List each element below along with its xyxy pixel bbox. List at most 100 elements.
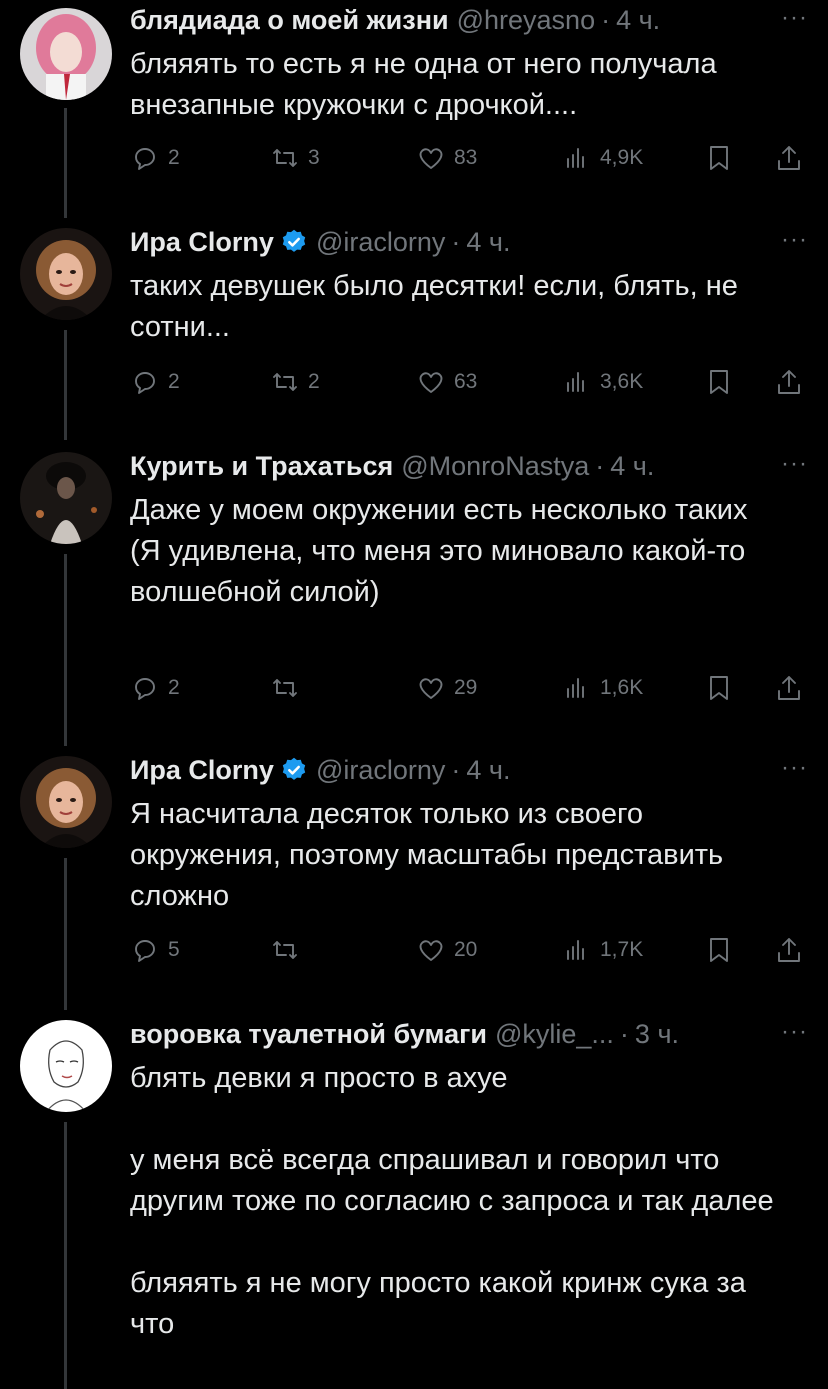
share-icon bbox=[778, 370, 800, 394]
author-handle[interactable]: @MonroNastya bbox=[401, 451, 589, 482]
timestamp[interactable]: 4 ч. bbox=[466, 755, 510, 786]
retweet-button[interactable] bbox=[270, 668, 308, 708]
author-name[interactable]: блядиада о моей жизни bbox=[130, 5, 449, 36]
views-count: 1,6K bbox=[600, 676, 644, 699]
author-handle[interactable]: @kylie_... bbox=[495, 1019, 614, 1050]
author-handle[interactable]: @iraclorny bbox=[316, 227, 445, 258]
author-handle[interactable]: @hreyasno bbox=[457, 5, 595, 36]
bookmark-button[interactable] bbox=[704, 668, 734, 708]
action-bar: 2 29 1,6K bbox=[130, 668, 810, 708]
tweet-header: Курить и Трахаться @MonroNastya · 4 ч. ·… bbox=[130, 446, 808, 486]
views-chart-icon bbox=[567, 372, 584, 392]
bookmark-icon bbox=[710, 146, 728, 170]
share-button[interactable] bbox=[774, 362, 804, 402]
share-icon bbox=[778, 938, 800, 962]
share-button[interactable] bbox=[774, 930, 804, 970]
retweet-count: 3 bbox=[308, 146, 320, 169]
reply-icon bbox=[135, 372, 155, 394]
avatar-illustrated-woman-icon bbox=[20, 756, 112, 848]
action-bar: 2 2 63 3,6K bbox=[130, 362, 810, 402]
bookmark-button[interactable] bbox=[704, 362, 734, 402]
author-name[interactable]: Ира Clorny bbox=[130, 227, 274, 258]
author-name[interactable]: воровка туалетной бумаги bbox=[130, 1019, 487, 1050]
thread-line bbox=[64, 330, 67, 440]
views-button[interactable]: 1,6K bbox=[562, 668, 643, 708]
retweet-icon bbox=[273, 679, 297, 697]
like-count: 20 bbox=[454, 938, 478, 961]
reply-button[interactable]: 5 bbox=[130, 930, 180, 970]
reply-count: 5 bbox=[168, 938, 180, 961]
avatar[interactable] bbox=[20, 452, 112, 544]
action-bar: 5 20 1,7K bbox=[130, 930, 810, 970]
more-options-button[interactable]: ··· bbox=[781, 226, 808, 254]
reply-button[interactable]: 2 bbox=[130, 668, 180, 708]
thread-line bbox=[64, 858, 67, 1010]
avatar-line-drawing-icon bbox=[20, 1020, 112, 1112]
share-button[interactable] bbox=[774, 138, 804, 178]
separator: · bbox=[601, 4, 611, 35]
reply-button[interactable]: 2 bbox=[130, 138, 180, 178]
heart-icon bbox=[419, 148, 443, 169]
verified-badge-icon bbox=[282, 757, 306, 780]
heart-icon bbox=[419, 940, 443, 961]
author-handle[interactable]: @iraclorny bbox=[316, 755, 445, 786]
retweet-icon bbox=[273, 373, 297, 391]
tweet-text: бляяять то есть я не одна от него получа… bbox=[130, 48, 725, 121]
tweet-header: Ира Clorny @iraclorny · 4 ч. ··· bbox=[130, 222, 808, 262]
bookmark-button[interactable] bbox=[704, 138, 734, 178]
bookmark-icon bbox=[710, 676, 728, 700]
verified-badge-icon bbox=[282, 229, 306, 252]
like-button[interactable]: 20 bbox=[416, 930, 477, 970]
separator: · bbox=[595, 450, 605, 481]
more-options-button[interactable]: ··· bbox=[781, 450, 808, 478]
heart-icon bbox=[419, 372, 443, 393]
reply-icon bbox=[135, 940, 155, 962]
views-count: 4,9K bbox=[600, 146, 644, 169]
tweet-text: блять девки я просто в ахуе у меня всё в… bbox=[130, 1062, 774, 1340]
share-button[interactable] bbox=[774, 668, 804, 708]
avatar-dark-photo-icon bbox=[20, 452, 112, 544]
retweet-button[interactable]: 3 bbox=[270, 138, 320, 178]
like-button[interactable]: 63 bbox=[416, 362, 477, 402]
tweet-header: Ира Clorny @iraclorny · 4 ч. ··· bbox=[130, 750, 808, 790]
views-button[interactable]: 3,6K bbox=[562, 362, 643, 402]
timestamp[interactable]: 4 ч. bbox=[466, 227, 510, 258]
like-count: 83 bbox=[454, 146, 478, 169]
reply-button[interactable]: 2 bbox=[130, 362, 180, 402]
separator: · bbox=[619, 1018, 629, 1049]
author-name[interactable]: Курить и Трахаться bbox=[130, 451, 393, 482]
views-button[interactable]: 1,7K bbox=[562, 930, 643, 970]
views-button[interactable]: 4,9K bbox=[562, 138, 643, 178]
more-options-button[interactable]: ··· bbox=[781, 1018, 808, 1046]
reply-icon bbox=[135, 148, 155, 170]
views-chart-icon bbox=[567, 678, 584, 698]
thread-line bbox=[64, 1122, 67, 1389]
timestamp[interactable]: 4 ч. bbox=[610, 451, 654, 482]
more-options-button[interactable]: ··· bbox=[781, 4, 808, 32]
tweet-header: блядиада о моей жизни @hreyasno · 4 ч. ·… bbox=[130, 0, 808, 40]
avatar[interactable] bbox=[20, 756, 112, 848]
bookmark-button[interactable] bbox=[704, 930, 734, 970]
timestamp[interactable]: 3 ч. bbox=[635, 1019, 679, 1050]
retweet-button[interactable]: 2 bbox=[270, 362, 320, 402]
retweet-button[interactable] bbox=[270, 930, 308, 970]
like-button[interactable]: 83 bbox=[416, 138, 477, 178]
views-count: 1,7K bbox=[600, 938, 644, 961]
avatar[interactable] bbox=[20, 8, 112, 100]
thread-line bbox=[64, 554, 67, 746]
author-name[interactable]: Ира Clorny bbox=[130, 755, 274, 786]
timestamp[interactable]: 4 ч. bbox=[616, 5, 660, 36]
avatar[interactable] bbox=[20, 1020, 112, 1112]
heart-icon bbox=[419, 678, 443, 699]
views-count: 3,6K bbox=[600, 370, 644, 393]
avatar-illustrated-woman-icon bbox=[20, 228, 112, 320]
separator: · bbox=[451, 226, 461, 257]
reply-icon bbox=[135, 678, 155, 700]
avatar-pink-hair-icon bbox=[20, 8, 112, 100]
share-icon bbox=[778, 146, 800, 170]
more-options-button[interactable]: ··· bbox=[781, 754, 808, 782]
like-button[interactable]: 29 bbox=[416, 668, 477, 708]
views-chart-icon bbox=[567, 940, 584, 960]
retweet-icon bbox=[273, 941, 297, 959]
avatar[interactable] bbox=[20, 228, 112, 320]
